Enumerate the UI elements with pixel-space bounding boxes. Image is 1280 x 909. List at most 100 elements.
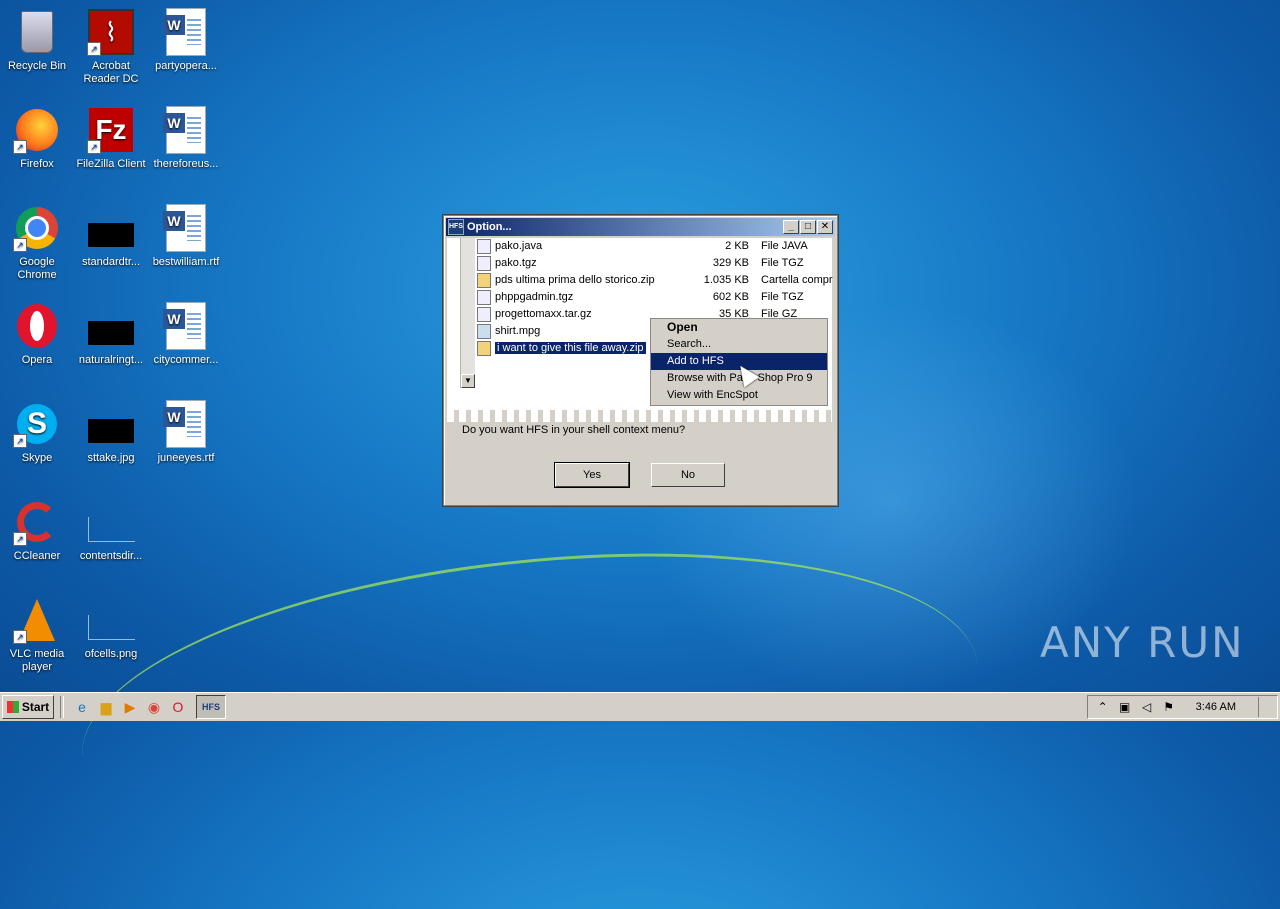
desktop-icon-bestwilliam[interactable]: W bestwilliam.rtf <box>149 204 223 269</box>
desktop-icon-label: Firefox <box>20 158 54 170</box>
desktop-icon-label: juneeyes.rtf <box>157 452 215 464</box>
firefox-icon: ↗ <box>13 106 61 154</box>
mpg-file-icon <box>477 323 491 339</box>
context-menu-item-view: View with EncSpot <box>667 389 758 401</box>
preview-scrollbar: ▼ <box>460 238 475 388</box>
file-size: 2 KB <box>725 240 749 252</box>
taskbar-divider <box>60 696 64 718</box>
desktop-icon-sttake[interactable]: sttake.jpg <box>74 400 148 465</box>
desktop-icon-standardtr[interactable]: standardtr... <box>74 204 148 269</box>
scroll-down-arrow-icon: ▼ <box>461 374 475 388</box>
folder-icon[interactable]: ▆ <box>94 696 118 718</box>
desktop-icon-label: citycommer... <box>153 354 219 366</box>
desktop-icon-label: FileZilla Client <box>76 158 146 170</box>
ccleaner-icon: ↗ <box>13 498 61 546</box>
media-player-icon[interactable]: ▶ <box>118 696 142 718</box>
action-center-flag-icon[interactable]: ⚑ <box>1162 700 1176 714</box>
start-button[interactable]: Start <box>2 695 54 719</box>
word-document-icon: W <box>162 8 210 56</box>
file-icon <box>477 238 491 254</box>
hfs-app-icon: HFS <box>448 219 464 235</box>
recycle-bin-icon <box>13 8 61 56</box>
desktop-icon-label: Recycle Bin <box>7 60 67 72</box>
minimize-button[interactable]: _ <box>783 220 799 234</box>
image-thumbnail-icon <box>87 400 135 448</box>
desktop-icon-citycommer[interactable]: W citycommer... <box>149 302 223 367</box>
file-name: phppgadmin.tgz <box>495 291 574 303</box>
file-size: 329 KB <box>712 257 749 269</box>
system-tray: ⌃ ▣ ◁ ⚑ 3:46 AM <box>1086 695 1278 719</box>
desktop-icon-skype[interactable]: S ↗ Skype <box>0 400 74 465</box>
context-menu-item-open: Open <box>667 320 698 334</box>
desktop-icon-firefox[interactable]: ↗ Firefox <box>0 106 74 171</box>
word-document-icon: W <box>162 106 210 154</box>
desktop-icon-juneeyes[interactable]: W juneeyes.rtf <box>149 400 223 465</box>
yes-button[interactable]: Yes <box>554 462 630 488</box>
context-menu: Open Search... Add to HFS Browse with Pa… <box>650 318 828 406</box>
file-row: pako.tgz 329 KB File TGZ <box>477 255 841 271</box>
file-row: pako.java 2 KB File JAVA <box>477 238 841 254</box>
desktop-icon-label: standardtr... <box>81 256 141 268</box>
file-icon <box>477 306 491 322</box>
file-name: pako.tgz <box>495 257 537 269</box>
hfs-option-dialog: HFS Option... _ □ ✕ ▼ pako.java 2 KB Fil… <box>443 215 838 506</box>
desktop-icon-naturalringt[interactable]: naturalringt... <box>74 302 148 367</box>
zip-folder-icon <box>477 272 491 288</box>
network-icon[interactable]: ▣ <box>1118 700 1132 714</box>
windows-flag-icon <box>6 701 19 713</box>
file-type: Cartella compr <box>761 274 833 286</box>
desktop-icon-label: contentsdir... <box>79 550 143 562</box>
image-thumbnail-icon <box>87 204 135 252</box>
desktop-icon-recycle-bin[interactable]: Recycle Bin <box>0 8 74 73</box>
desktop-icon-opera[interactable]: Opera <box>0 302 74 367</box>
desktop-icon-label: Google Chrome <box>17 256 57 281</box>
zip-folder-icon <box>477 340 491 356</box>
file-name: i want to give this file away.zip <box>495 342 646 354</box>
desktop-icon-contentsdir[interactable]: contentsdir... <box>74 498 148 563</box>
dialog-titlebar[interactable]: HFS Option... _ □ ✕ <box>446 218 835 236</box>
no-button[interactable]: No <box>651 463 725 487</box>
image-thumbnail-icon <box>87 302 135 350</box>
dialog-question: Do you want HFS in your shell context me… <box>462 424 686 436</box>
torn-edge <box>447 410 832 422</box>
desktop-icon-label: Opera <box>21 354 53 366</box>
file-name: pds ultima prima dello storico.zip <box>495 274 655 286</box>
desktop-icon-ccleaner[interactable]: ↗ CCleaner <box>0 498 74 563</box>
word-document-icon: W <box>162 400 210 448</box>
opera-icon <box>13 302 61 350</box>
file-icon <box>477 289 491 305</box>
file-type: File TGZ <box>761 291 804 303</box>
desktop-icon-label: CCleaner <box>13 550 61 562</box>
chrome-taskbar-icon[interactable]: ◉ <box>142 696 166 718</box>
desktop-icon-filezilla[interactable]: Fz ↗ FileZilla Client <box>74 106 148 171</box>
desktop-icon-ofcells[interactable]: ofcells.png <box>74 596 148 661</box>
file-size: 602 KB <box>712 291 749 303</box>
desktop-icon-partyopera[interactable]: W partyopera... <box>149 8 223 73</box>
desktop-icon-chrome[interactable]: ↗ Google Chrome <box>0 204 74 282</box>
desktop-icon-thereforeus[interactable]: W thereforeus... <box>149 106 223 171</box>
hfs-taskbar-button[interactable]: HFS <box>196 695 226 719</box>
desktop-icon-label: Skype <box>21 452 53 464</box>
show-desktop-button[interactable] <box>1258 697 1269 717</box>
dialog-title: Option... <box>467 221 512 233</box>
file-name: pako.java <box>495 240 543 252</box>
desktop-icon-label: thereforeus... <box>153 158 219 170</box>
desktop-icon-acrobat[interactable]: ⌇ ↗ Acrobat Reader DC <box>74 8 148 86</box>
chrome-icon: ↗ <box>13 204 61 252</box>
clock[interactable]: 3:46 AM <box>1196 701 1236 713</box>
desktop-icon-label: VLC media player <box>9 648 65 673</box>
context-menu-item-search: Search... <box>667 338 712 350</box>
volume-icon[interactable]: ◁ <box>1140 700 1154 714</box>
vlc-cone-icon: ↗ <box>13 596 61 644</box>
skype-icon: S ↗ <box>13 400 61 448</box>
maximize-button[interactable]: □ <box>800 220 816 234</box>
ie-icon[interactable]: e <box>70 696 94 718</box>
show-hidden-icons-icon[interactable]: ⌃ <box>1096 700 1110 714</box>
desktop-icon-vlc[interactable]: ↗ VLC media player <box>0 596 74 674</box>
file-type: File JAVA <box>761 240 808 252</box>
opera-taskbar-icon[interactable]: O <box>166 696 190 718</box>
close-button[interactable]: ✕ <box>817 220 833 234</box>
context-menu-preview: ▼ pako.java 2 KB File JAVA pako.tgz 329 … <box>447 238 833 422</box>
desktop-icon-label: partyopera... <box>155 60 217 72</box>
file-icon <box>477 255 491 271</box>
